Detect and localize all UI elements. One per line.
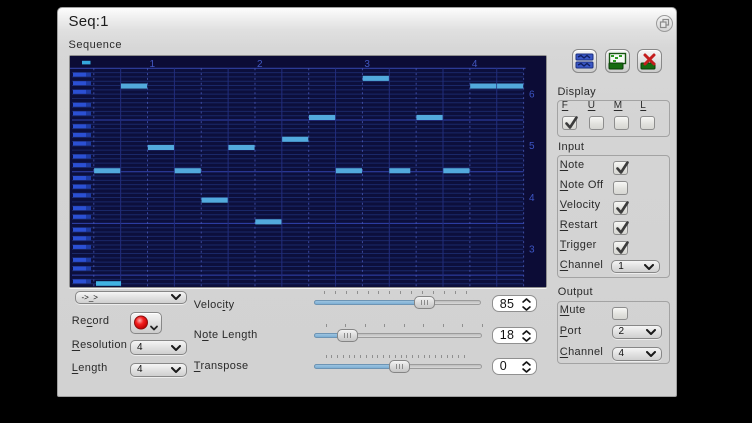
svg-text:4: 4 [472,59,478,70]
svg-text:4: 4 [529,193,535,204]
svg-text:3: 3 [529,245,535,256]
svg-text:2: 2 [257,59,263,70]
svg-text:3: 3 [364,59,370,70]
svg-text:1: 1 [150,59,156,70]
svg-text:5: 5 [529,141,535,152]
svg-text:6: 6 [529,90,535,101]
